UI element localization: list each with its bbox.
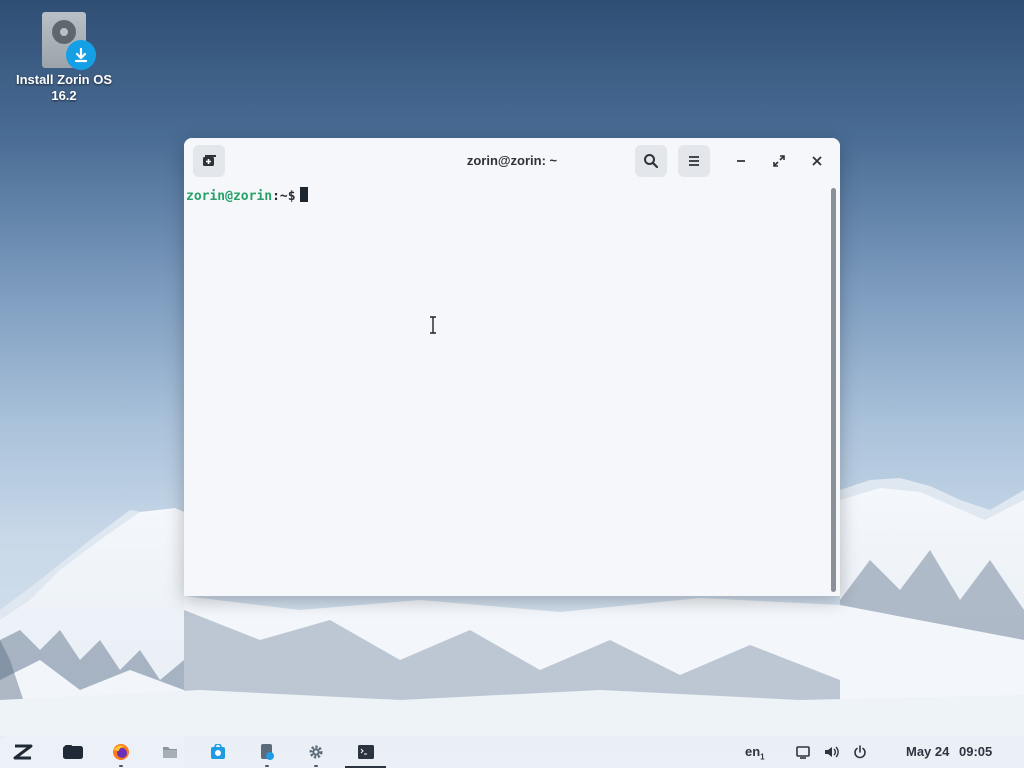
workspaces-button[interactable]	[58, 736, 88, 768]
software-launcher[interactable]	[203, 736, 233, 768]
clock-date: May 24	[906, 744, 950, 759]
clock[interactable]: May 24 09:05	[906, 744, 992, 759]
menu-button[interactable]	[678, 145, 710, 177]
workspaces-icon	[63, 745, 83, 759]
close-button[interactable]	[805, 149, 829, 173]
keyboard-layout-indicator[interactable]: en1	[745, 744, 765, 762]
volume-indicator[interactable]	[822, 736, 842, 768]
mouse-ibeam-cursor-icon	[430, 316, 436, 334]
text-cursor	[299, 187, 308, 202]
search-button[interactable]	[635, 145, 667, 177]
files-icon	[163, 747, 177, 758]
hamburger-menu-icon	[689, 156, 699, 166]
firefox-icon	[113, 744, 129, 760]
maximize-icon	[773, 155, 785, 167]
firefox-launcher[interactable]	[106, 736, 136, 768]
files-launcher[interactable]	[155, 736, 185, 768]
prompt-line: zorin@zorin:~$	[186, 187, 308, 205]
desktop-icon-label-line2: 16.2	[51, 88, 77, 103]
display-indicator[interactable]	[794, 736, 812, 768]
disk-install-icon	[42, 12, 96, 70]
gear-icon	[309, 745, 323, 759]
terminal-output-area[interactable]: zorin@zorin:~$	[184, 184, 840, 596]
volume-icon	[825, 746, 839, 758]
keyboard-layout-sub: 1	[760, 752, 765, 762]
search-icon	[644, 154, 659, 169]
software-store-icon	[211, 744, 225, 759]
keyboard-layout-label: en	[745, 744, 761, 759]
screen-icon	[796, 745, 810, 759]
minimize-icon	[737, 160, 745, 162]
desktop-icon-label: Install Zorin OS 16.2	[8, 72, 120, 104]
terminal-icon	[357, 745, 374, 759]
minimize-button[interactable]	[729, 149, 753, 173]
terminal-titlebar[interactable]: zorin@zorin: ~	[184, 138, 840, 184]
terminal-taskbar-button[interactable]	[345, 736, 386, 768]
zorin-menu-button[interactable]	[8, 736, 38, 768]
zorin-logo-icon	[13, 744, 33, 760]
connect-launcher[interactable]	[252, 736, 282, 768]
maximize-button[interactable]	[767, 149, 791, 173]
download-icon	[66, 40, 96, 70]
prompt-path: :~$	[272, 189, 296, 204]
close-icon	[812, 156, 822, 166]
power-indicator[interactable]	[850, 736, 870, 768]
desktop-icon-label-line1: Install Zorin OS	[15, 72, 113, 87]
terminal-scrollbar[interactable]	[831, 188, 836, 592]
terminal-window[interactable]: zorin@zorin: ~ zorin@zorin:~$	[184, 138, 840, 596]
connect-icon	[261, 744, 274, 760]
clock-time: 09:05	[959, 744, 993, 759]
prompt-user-host: zorin@zorin	[186, 189, 273, 204]
settings-launcher[interactable]	[301, 736, 331, 768]
install-zorin-desktop-icon[interactable]: Install Zorin OS 16.2	[8, 10, 120, 104]
taskbar: en1 May 24 09:05	[0, 736, 1024, 768]
power-icon	[854, 745, 866, 759]
